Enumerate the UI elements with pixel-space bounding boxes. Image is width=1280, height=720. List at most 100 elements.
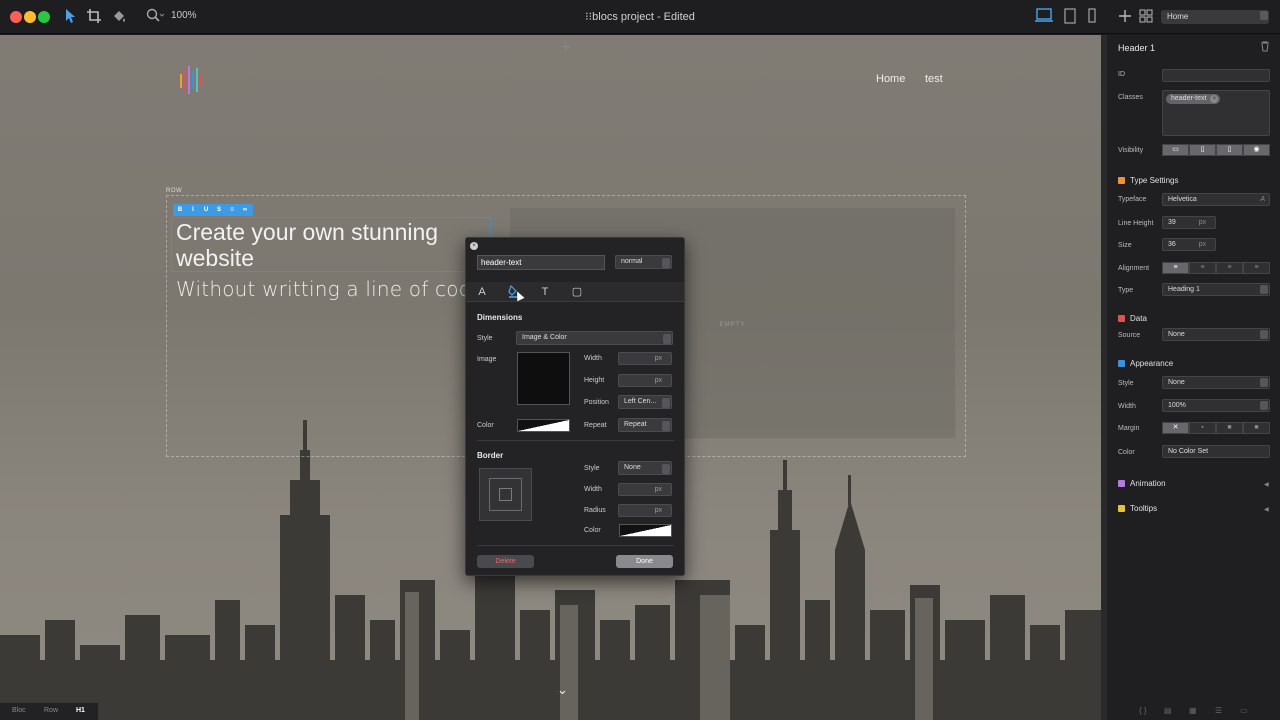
hero-subheading[interactable]: Without writting a line of code.	[176, 277, 491, 301]
align-justify-icon[interactable]: ≡	[1243, 262, 1270, 274]
inspector-panel: Header 1 ID Classes Visibility ▭ ▯ ▯ ◉ T…	[1107, 35, 1280, 720]
state-select[interactable]: normal	[615, 255, 672, 269]
appearance-color-select[interactable]: No Color Set	[1162, 445, 1270, 458]
list-icon[interactable]: ☰	[1215, 706, 1222, 715]
margin-none-icon[interactable]: ✕	[1162, 422, 1189, 434]
code-icon[interactable]: { }	[1139, 706, 1147, 715]
size-label: Size	[1118, 242, 1132, 249]
visibility-toggle: ▭ ▯ ▯ ◉	[1162, 144, 1270, 156]
nav-link-test[interactable]: test	[925, 73, 943, 85]
grid-view-icon[interactable]	[1137, 8, 1155, 26]
site-logo[interactable]	[178, 65, 208, 95]
layout-icon[interactable]: ▤	[1164, 706, 1172, 715]
mobile-view-icon[interactable]	[1083, 8, 1101, 26]
line-height-unit: px	[1198, 219, 1206, 226]
data-section[interactable]: Data	[1118, 314, 1147, 323]
heading-type-value: Heading 1	[1168, 286, 1200, 293]
id-field[interactable]	[1162, 69, 1270, 82]
typeface-select[interactable]: Helvetica A	[1162, 193, 1270, 206]
border-width-label: Width	[584, 486, 602, 493]
remove-class-icon[interactable]: ×	[1210, 95, 1219, 103]
border-style-value: None	[624, 464, 641, 471]
class-editor-modal: × header-text normal A T ▢ Dimensions St…	[465, 237, 685, 576]
link-button[interactable]: ∞	[240, 205, 250, 215]
visibility-tablet-icon[interactable]: ▯	[1189, 144, 1216, 156]
background-color-well[interactable]	[517, 419, 570, 432]
tooltips-expand-icon[interactable]: ◀	[1264, 506, 1269, 513]
scroll-down-chevron-icon[interactable]: ⌄	[557, 682, 568, 698]
tab-text-icon[interactable]: T	[538, 285, 552, 299]
height-field[interactable]: px	[618, 374, 672, 387]
border-style-select[interactable]: None	[618, 461, 672, 475]
position-select[interactable]: Left Cen...	[618, 395, 672, 409]
font-icon: A	[1260, 196, 1265, 203]
trash-icon[interactable]	[1260, 41, 1270, 55]
border-box-model[interactable]	[479, 468, 532, 521]
chevron-down-icon	[1260, 378, 1268, 387]
desktop-view-icon[interactable]	[1035, 8, 1053, 26]
close-icon[interactable]: ×	[470, 242, 478, 250]
assets-icon[interactable]: ▦	[1189, 706, 1197, 715]
add-bloc-plus-icon[interactable]: +	[561, 39, 570, 57]
breadcrumb-h1[interactable]: H1	[76, 707, 85, 714]
type-settings-section[interactable]: Type Settings	[1118, 176, 1178, 185]
page-select[interactable]: Home	[1161, 10, 1269, 24]
appearance-width-select[interactable]: 100%	[1162, 399, 1270, 412]
width-field[interactable]: px	[618, 352, 672, 365]
class-name-field[interactable]: header-text	[477, 255, 605, 270]
line-height-field[interactable]: 39 px	[1162, 216, 1216, 229]
margin-large-icon[interactable]: ■	[1243, 422, 1270, 434]
breadcrumb-row[interactable]: Row	[44, 707, 58, 714]
typeface-label: Typeface	[1118, 196, 1147, 203]
strikethrough-button[interactable]: S	[214, 205, 224, 215]
margin-small-icon[interactable]: ▪	[1189, 422, 1216, 434]
visibility-desktop-icon[interactable]: ▭	[1162, 144, 1189, 156]
chevron-down-icon	[1260, 285, 1268, 294]
chevron-down-icon	[1260, 330, 1268, 339]
tablet-view-icon[interactable]	[1061, 8, 1079, 26]
height-label: Height	[584, 377, 605, 384]
tab-border-icon[interactable]: ▢	[570, 285, 584, 299]
classes-label: Classes	[1118, 94, 1143, 101]
border-width-field[interactable]: px	[618, 483, 672, 496]
alignment-label: Alignment	[1118, 265, 1150, 272]
nav-link-home[interactable]: Home	[876, 73, 905, 85]
tooltips-section[interactable]: Tooltips	[1118, 504, 1157, 513]
window-title: blocs project - Edited	[592, 11, 695, 23]
page-icon[interactable]: ▭	[1240, 706, 1248, 715]
delete-button[interactable]: Delete	[477, 555, 534, 568]
repeat-select[interactable]: Repeat	[618, 418, 672, 432]
add-bloc-icon[interactable]	[1116, 8, 1134, 26]
tab-typography-icon[interactable]: A	[475, 285, 489, 299]
class-tag[interactable]: header-text ×	[1166, 94, 1221, 104]
italic-button[interactable]: I	[188, 205, 198, 215]
type-settings-title: Type Settings	[1130, 176, 1179, 185]
radius-field[interactable]: px	[618, 504, 672, 517]
hero-heading[interactable]: Create your own stunning website	[176, 219, 476, 271]
done-button[interactable]: Done	[616, 555, 673, 568]
appearance-section[interactable]: Appearance	[1118, 359, 1173, 368]
heading-type-select[interactable]: Heading 1	[1162, 283, 1270, 296]
list-button[interactable]: ≡	[227, 205, 237, 215]
image-well[interactable]	[517, 352, 570, 405]
source-select[interactable]: None	[1162, 328, 1270, 341]
state-select-value: normal	[621, 258, 643, 265]
align-center-icon[interactable]: ≡	[1189, 262, 1216, 274]
margin-medium-icon[interactable]: ■	[1216, 422, 1243, 434]
breadcrumb-bloc[interactable]: Bloc	[12, 707, 26, 714]
align-left-icon[interactable]: ≡	[1162, 262, 1189, 274]
divider	[477, 545, 674, 546]
animation-expand-icon[interactable]: ◀	[1264, 481, 1269, 488]
breadcrumb: Bloc Row H1	[0, 703, 98, 720]
animation-section[interactable]: Animation	[1118, 479, 1166, 488]
border-color-well[interactable]	[619, 524, 672, 537]
underline-button[interactable]: U	[201, 205, 211, 215]
appearance-style-select[interactable]: None	[1162, 376, 1270, 389]
visibility-eye-icon[interactable]: ◉	[1243, 144, 1270, 156]
background-style-select[interactable]: Image & Color	[516, 331, 673, 345]
align-right-icon[interactable]: ≡	[1216, 262, 1243, 274]
size-field[interactable]: 36 px	[1162, 238, 1216, 251]
visibility-mobile-icon[interactable]: ▯	[1216, 144, 1243, 156]
line-height-label: Line Height	[1118, 220, 1154, 227]
bold-button[interactable]: B	[175, 205, 185, 215]
